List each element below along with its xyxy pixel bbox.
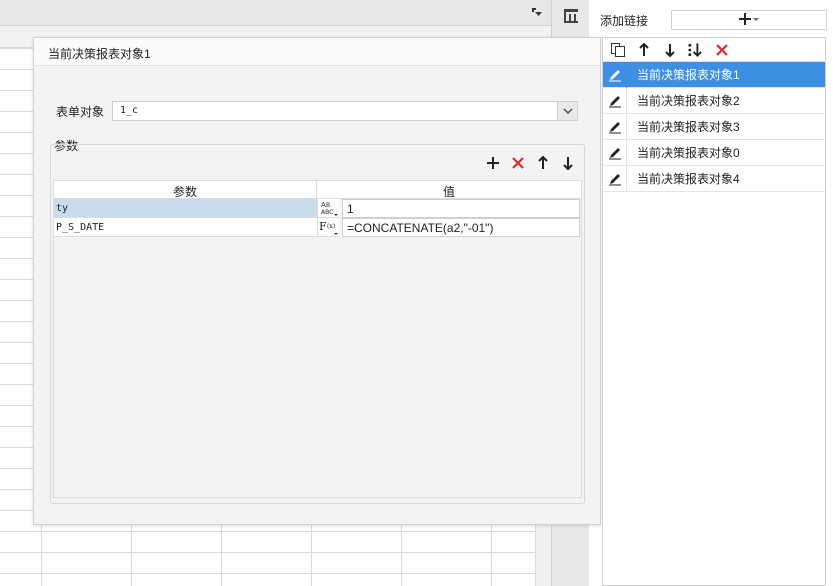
link-list-item[interactable]: 当前决策报表对象3 <box>603 113 825 140</box>
edit-icon <box>603 139 627 166</box>
svg-text:F: F <box>319 220 327 233</box>
column-header-value: 值 <box>442 185 455 199</box>
widget-settings-icon[interactable] <box>561 6 581 26</box>
param-value-input[interactable]: =CONCATENATE(a2,"-01") <box>342 218 580 237</box>
link-list-item[interactable]: 当前决策报表对象4 <box>603 165 825 192</box>
svg-text:(x): (x) <box>327 223 335 230</box>
link-item-label: 当前决策报表对象4 <box>637 172 740 186</box>
sort-down-icon[interactable] <box>687 41 704 58</box>
params-table: 参数 值 ty A B ABC 1 P_S_DATE F (x) =CONCATENA… <box>53 180 582 498</box>
params-group: 参数 值 ty A B ABC 1 P_S_DATE F (x) =CONCATENA… <box>50 144 585 504</box>
params-table-header: 参数 值 <box>54 181 581 199</box>
link-item-label: 当前决策报表对象0 <box>637 146 740 160</box>
params-toolbar <box>485 155 576 171</box>
add-link-button[interactable] <box>671 10 827 30</box>
add-param-icon[interactable] <box>485 155 501 171</box>
param-value-input[interactable]: 1 <box>342 199 580 218</box>
table-row[interactable]: P_S_DATE F (x) =CONCATENATE(a2,"-01") <box>54 218 581 237</box>
edit-icon <box>603 61 627 88</box>
toolbar <box>0 0 551 26</box>
chevron-down-icon[interactable] <box>557 102 577 120</box>
edit-icon <box>603 87 627 114</box>
form-object-select[interactable]: 1_c <box>112 101 578 121</box>
dialog-title: 当前决策报表对象1 <box>34 38 600 66</box>
svg-text:B: B <box>326 202 330 209</box>
abc-type-icon[interactable]: A B ABC <box>317 199 340 218</box>
move-down-icon[interactable] <box>560 155 576 171</box>
link-list-item[interactable]: 当前决策报表对象2 <box>603 87 825 114</box>
link-list-item[interactable]: 当前决策报表对象1 <box>603 61 825 88</box>
svg-text:ABC: ABC <box>321 209 333 216</box>
form-object-value: 1_c <box>120 105 139 116</box>
link-settings-dialog: 当前决策报表对象1 表单对象 1_c 参数 参数 值 ty A B ABC 1 … <box>33 37 601 525</box>
move-up-icon[interactable] <box>635 41 652 58</box>
column-header-param: 参数 <box>54 181 317 199</box>
copy-icon[interactable] <box>609 41 626 58</box>
link-item-label: 当前决策报表对象3 <box>637 120 740 134</box>
form-object-row: 表单对象 1_c <box>56 101 578 121</box>
link-list-item[interactable]: 当前决策报表对象0 <box>603 139 825 166</box>
link-list-toolbar <box>603 38 825 62</box>
edit-icon <box>603 165 627 192</box>
plus-dropdown-icon <box>738 12 760 29</box>
delete-param-icon[interactable] <box>510 155 526 171</box>
link-item-label: 当前决策报表对象2 <box>637 94 740 108</box>
move-down-icon[interactable] <box>661 41 678 58</box>
expand-arrow-icon[interactable] <box>529 5 545 21</box>
param-name-cell: ty <box>54 199 317 218</box>
delete-link-icon[interactable] <box>713 41 730 58</box>
table-row[interactable]: ty A B ABC 1 <box>54 199 581 218</box>
link-item-label: 当前决策报表对象1 <box>637 68 740 82</box>
param-name-cell: P_S_DATE <box>54 218 317 237</box>
link-list-panel: 当前决策报表对象1 当前决策报表对象2 当前决策报表对象3 当前决策报表对象0 … <box>602 37 826 586</box>
edit-icon <box>603 113 627 140</box>
form-object-label: 表单对象 <box>56 104 105 119</box>
move-up-icon[interactable] <box>535 155 551 171</box>
formula-type-icon[interactable]: F (x) <box>317 218 340 237</box>
add-link-label: 添加链接 <box>600 14 649 28</box>
